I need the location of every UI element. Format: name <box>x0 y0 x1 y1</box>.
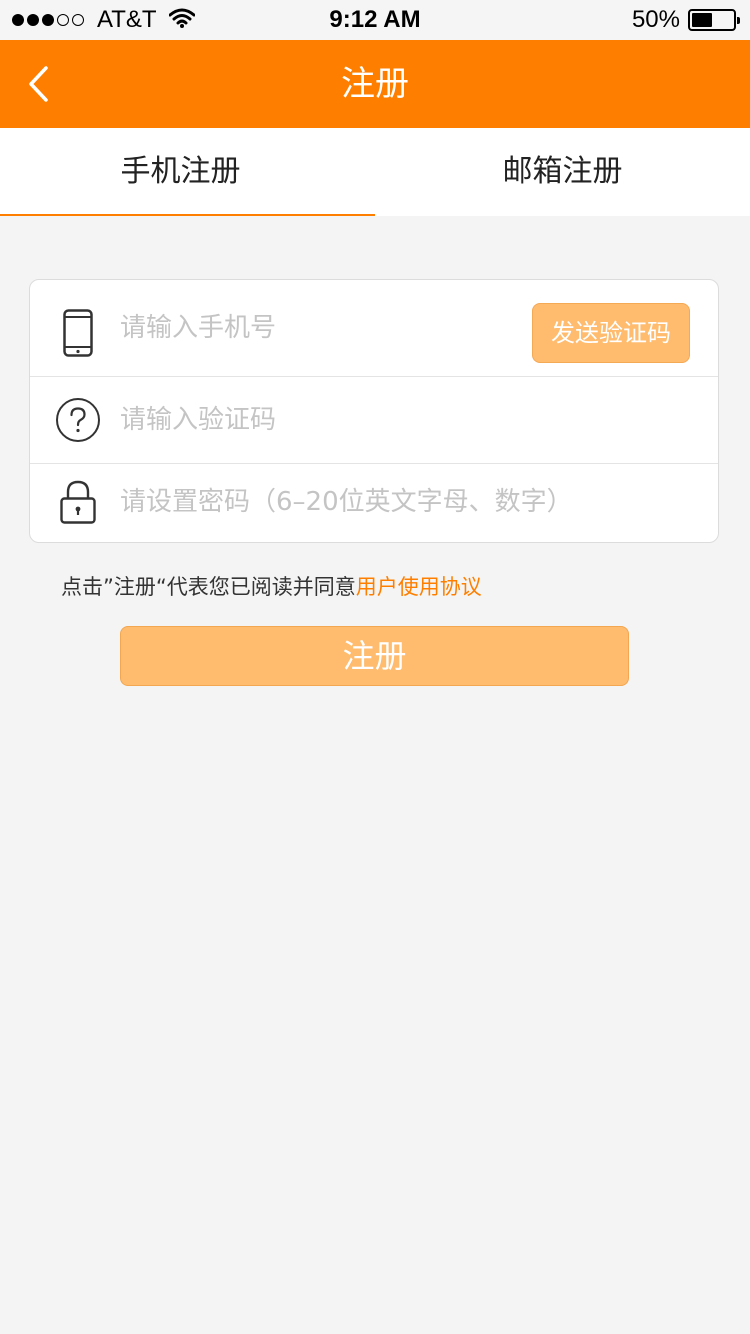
agreement-prefix: 点击”注册“代表您已阅读并同意 <box>61 575 356 599</box>
register-button[interactable]: 注册 <box>120 626 629 686</box>
tab-label: 手机注册 <box>120 154 241 189</box>
verification-code-input[interactable] <box>120 402 640 438</box>
tab-label: 邮箱注册 <box>502 154 623 189</box>
battery-icon <box>688 9 740 31</box>
phone-icon <box>63 309 93 361</box>
phone-input[interactable] <box>120 310 520 346</box>
status-right: 50% <box>631 6 740 34</box>
question-icon <box>55 397 101 447</box>
battery-tip <box>737 17 740 24</box>
lock-icon <box>60 480 96 528</box>
register-form: 发送验证码 <box>29 279 719 543</box>
tab-bar: 手机注册 邮箱注册 <box>0 128 750 216</box>
battery-percent: 50% <box>631 6 680 33</box>
status-bar: AT&T 9:12 AM 50% <box>0 0 750 40</box>
phone-row: 发送验证码 <box>30 280 718 376</box>
send-code-button[interactable]: 发送验证码 <box>532 303 690 363</box>
tab-phone-register[interactable]: 手机注册 <box>0 128 375 216</box>
nav-bar: 注册 <box>0 40 750 128</box>
code-row <box>30 377 718 463</box>
password-row <box>30 464 718 542</box>
tab-active-indicator <box>0 214 375 216</box>
page-title: 注册 <box>341 64 409 104</box>
tab-email-register[interactable]: 邮箱注册 <box>375 128 750 216</box>
user-agreement-link[interactable]: 用户使用协议 <box>356 575 482 599</box>
password-input[interactable] <box>120 484 700 520</box>
battery-level <box>692 13 712 27</box>
agreement-text: 点击”注册“代表您已阅读并同意用户使用协议 <box>61 573 482 601</box>
